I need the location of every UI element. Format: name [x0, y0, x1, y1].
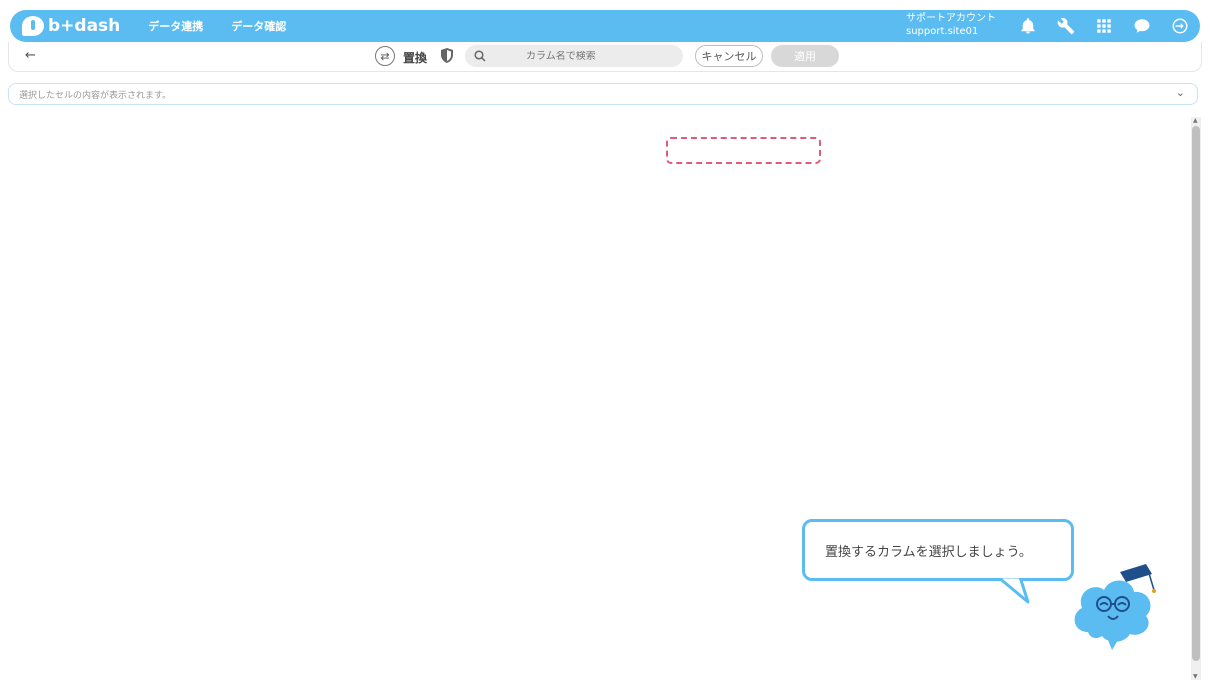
account-site: support.site01 — [906, 26, 979, 37]
replace-toolbar: ← ⇄ 置換 キャンセル 適用 — [8, 42, 1202, 72]
cell-content-bar[interactable]: 選択したセルの内容が表示されます。 ⌄ — [8, 83, 1198, 105]
top-navigation-bar: b+dash データ連携 データ確認 サポートアカウント support.sit… — [10, 10, 1200, 42]
scrollbar-thumb[interactable] — [1192, 126, 1200, 661]
bell-icon[interactable] — [1018, 16, 1038, 36]
apply-button[interactable]: 適用 — [771, 45, 839, 67]
nav-data-check[interactable]: データ確認 — [231, 18, 286, 34]
back-arrow-icon[interactable]: ← — [25, 48, 36, 63]
replace-arrows-icon[interactable]: ⇄ — [375, 46, 395, 66]
account-info[interactable]: サポートアカウント support.site01 — [906, 12, 996, 38]
cell-content-placeholder: 選択したセルの内容が表示されます。 — [19, 90, 172, 101]
scroll-down-icon[interactable]: ▼ — [1193, 673, 1198, 680]
scroll-up-icon[interactable]: ▲ — [1193, 117, 1198, 124]
account-name: サポートアカウント — [906, 13, 996, 24]
column-search-box[interactable] — [465, 45, 683, 67]
logo-icon — [22, 16, 44, 36]
app-name: b+dash — [48, 16, 121, 36]
guide-tooltip: 置換するカラムを選択しましょう。 — [802, 519, 1074, 581]
app-logo[interactable]: b+dash — [22, 16, 120, 36]
shield-icon[interactable] — [441, 48, 453, 63]
selected-column-highlight — [666, 137, 821, 164]
grid-icon[interactable] — [1094, 16, 1114, 36]
wrench-icon[interactable] — [1056, 16, 1076, 36]
column-search-input[interactable] — [526, 50, 676, 62]
cancel-button[interactable]: キャンセル — [695, 45, 763, 67]
mascot-cloud-icon — [1074, 564, 1156, 650]
replace-title: 置換 — [403, 51, 428, 65]
chevron-down-icon[interactable]: ⌄ — [1176, 86, 1185, 99]
nav-data-integration[interactable]: データ連携 — [148, 18, 203, 34]
chat-icon[interactable] — [1132, 16, 1152, 36]
logout-icon[interactable] — [1170, 16, 1190, 36]
search-icon — [474, 50, 486, 62]
vertical-scrollbar[interactable]: ▲ ▼ — [1191, 117, 1201, 680]
tooltip-tail — [996, 576, 1030, 604]
guide-tooltip-text: 置換するカラムを選択しましょう。 — [825, 544, 1032, 560]
